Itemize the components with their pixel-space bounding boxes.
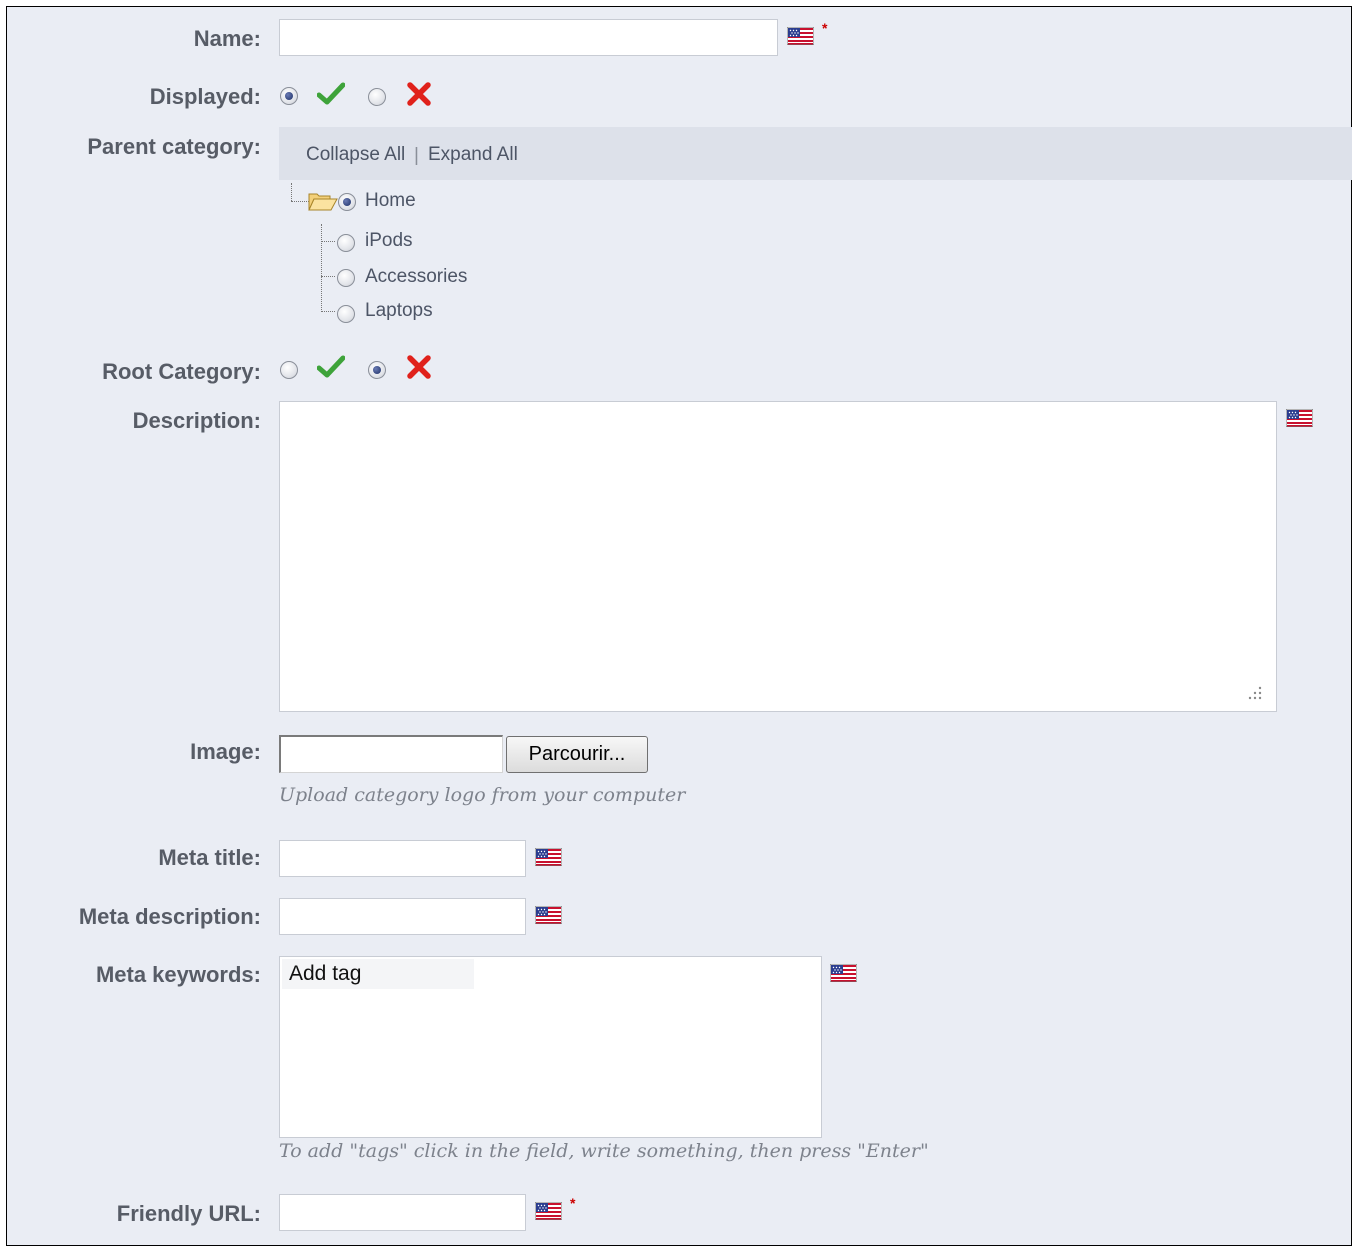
add-tag-input[interactable]: Add tag xyxy=(282,959,474,989)
image-file-path[interactable] xyxy=(279,735,503,773)
tree-node-label[interactable]: iPods xyxy=(365,230,413,252)
meta-description-label: Meta description: xyxy=(78,904,261,929)
toolbar-separator: | xyxy=(414,145,419,166)
tree-node-label[interactable]: Accessories xyxy=(365,266,467,288)
friendly-url-input[interactable] xyxy=(279,1194,526,1231)
category-radio-accessories[interactable] xyxy=(337,269,355,287)
displayed-no-radio[interactable] xyxy=(368,88,386,106)
root-category-no-radio[interactable] xyxy=(368,361,386,379)
displayed-yes-radio[interactable] xyxy=(280,87,298,105)
meta-title-input[interactable] xyxy=(279,840,526,877)
parent-category-label: Parent category: xyxy=(87,134,261,159)
expand-all-link[interactable]: Expand All xyxy=(428,144,518,166)
meta-keywords-help-text: To add "tags" click in the field, write … xyxy=(279,1140,929,1162)
check-icon xyxy=(317,355,345,378)
us-flag-icon[interactable] xyxy=(535,1202,562,1220)
tree-node-label[interactable]: Laptops xyxy=(365,300,433,322)
check-icon xyxy=(317,82,345,105)
cross-icon xyxy=(407,355,431,379)
tree-connector xyxy=(321,241,335,242)
friendly-url-label: Friendly URL: xyxy=(116,1201,261,1226)
description-label: Description: xyxy=(132,408,261,433)
tree-connector xyxy=(321,276,335,277)
category-radio-home[interactable] xyxy=(338,193,356,211)
meta-description-input[interactable] xyxy=(279,898,526,935)
cross-icon xyxy=(407,82,431,106)
tree-connector xyxy=(321,311,335,312)
tree-connector xyxy=(321,224,322,312)
tree-connector xyxy=(291,183,292,201)
required-mark: * xyxy=(822,20,828,36)
meta-title-label: Meta title: xyxy=(158,845,261,870)
category-radio-ipods[interactable] xyxy=(337,234,355,252)
us-flag-icon[interactable] xyxy=(535,906,562,924)
name-label: Name: xyxy=(193,26,261,51)
resize-grip-icon[interactable] xyxy=(1243,685,1265,705)
category-radio-laptops[interactable] xyxy=(337,305,355,323)
root-category-label: Root Category: xyxy=(102,359,261,384)
root-category-yes-radio[interactable] xyxy=(280,361,298,379)
name-input[interactable] xyxy=(279,19,778,56)
image-label: Image: xyxy=(190,739,261,764)
tree-node-label[interactable]: Home xyxy=(365,190,416,212)
us-flag-icon[interactable] xyxy=(1286,409,1313,427)
us-flag-icon[interactable] xyxy=(535,848,562,866)
us-flag-icon[interactable] xyxy=(787,27,814,45)
meta-keywords-label: Meta keywords: xyxy=(95,962,261,987)
browse-button[interactable]: Parcourir... xyxy=(506,736,648,773)
us-flag-icon[interactable] xyxy=(830,964,857,982)
description-textarea[interactable] xyxy=(279,401,1277,712)
tree-connector xyxy=(291,201,309,202)
folder-open-icon[interactable] xyxy=(308,190,338,212)
required-mark: * xyxy=(570,1195,576,1211)
image-help-text: Upload category logo from your computer xyxy=(279,784,686,806)
collapse-all-link[interactable]: Collapse All xyxy=(306,144,405,166)
displayed-label: Displayed: xyxy=(149,84,261,109)
